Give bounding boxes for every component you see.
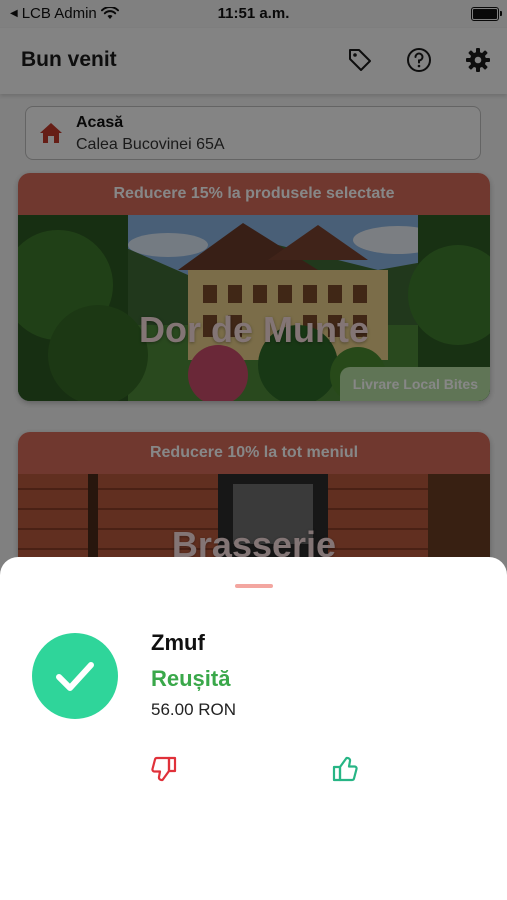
app-screen: ◀ LCB Admin 11:51 a.m. Bun venit Acasă C… <box>0 0 507 900</box>
bottom-sheet: Zmuf Reușită 56.00 RON <box>0 557 507 900</box>
thumbs-up-icon <box>332 756 358 782</box>
sheet-drag-handle[interactable] <box>235 584 273 588</box>
merchant-name: Zmuf <box>151 630 205 655</box>
transaction-status: Reușită <box>151 666 231 691</box>
thumbs-down-icon <box>151 756 177 782</box>
transaction-amount: 56.00 RON <box>151 700 237 719</box>
thumbs-up-button[interactable] <box>329 753 361 785</box>
success-check-icon <box>32 633 118 719</box>
thumbs-down-button[interactable] <box>148 753 180 785</box>
